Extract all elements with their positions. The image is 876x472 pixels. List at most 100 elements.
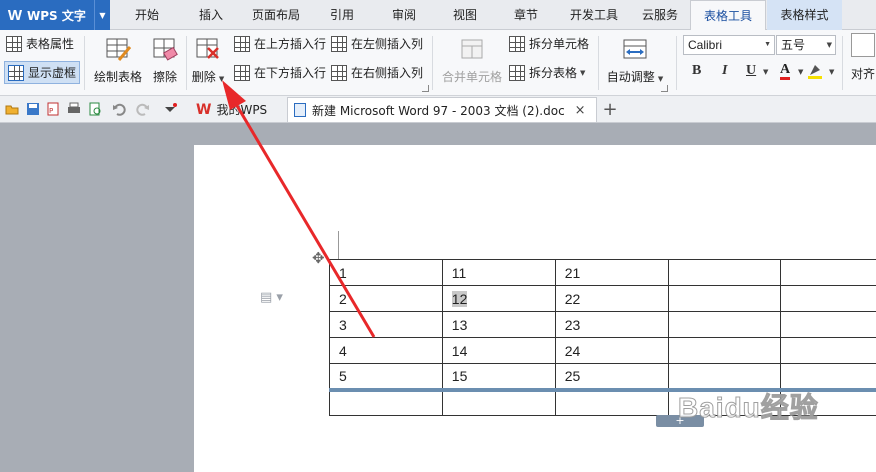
font-size-select[interactable]: 五号 ▼ <box>776 35 836 55</box>
tab-document[interactable]: 新建 Microsoft Word 97 - 2003 文档 (2).doc × <box>287 97 597 122</box>
highlight-icon[interactable] <box>808 63 822 79</box>
tab-chapter[interactable]: 章节 <box>505 0 547 30</box>
table-row[interactable]: 1 11 21 <box>329 259 876 286</box>
table-cell[interactable] <box>780 259 876 286</box>
table-cell[interactable] <box>667 337 782 364</box>
auto-fit-button[interactable]: 自动调整 ▼ <box>606 36 664 85</box>
table-row[interactable]: 3 13 23 <box>329 311 876 338</box>
ribbon-divider <box>432 36 433 90</box>
table-cell[interactable] <box>780 285 876 312</box>
tab-document-label: 新建 Microsoft Word 97 - 2003 文档 (2).doc <box>312 103 565 118</box>
table-properties-label: 表格属性 <box>26 37 75 51</box>
tab-table-style[interactable]: 表格样式 <box>767 0 842 30</box>
app-name: WPS 文字 <box>27 8 86 23</box>
cell-text: 3 <box>339 316 347 333</box>
table-cell[interactable]: 25 <box>554 363 669 390</box>
underline-button[interactable]: U <box>746 63 756 79</box>
table-cell[interactable] <box>554 387 669 416</box>
table-cell[interactable] <box>667 259 782 286</box>
cell-text: 4 <box>339 342 347 359</box>
insert-col-right-button[interactable]: 在右侧插入列 <box>331 64 423 81</box>
split-table-button[interactable]: 拆分表格 ▼ <box>509 64 585 81</box>
baidu-watermark-url: jingyan.baidu.com <box>678 431 775 445</box>
table-move-handle-icon[interactable]: ✥ <box>312 249 325 267</box>
tab-table-tools[interactable]: 表格工具 <box>690 0 766 31</box>
open-folder-icon[interactable] <box>5 102 19 116</box>
table-cell[interactable]: 21 <box>554 259 669 286</box>
italic-button[interactable]: I <box>722 63 727 79</box>
new-tab-button[interactable]: + <box>600 97 620 122</box>
delete-button[interactable]: 删除 ▼ <box>190 36 226 85</box>
chevron-down-icon[interactable]: ▼ <box>94 0 110 30</box>
table-cell[interactable]: 22 <box>554 285 669 312</box>
tab-my-wps[interactable]: W 我的WPS <box>188 97 275 122</box>
font-color-button[interactable]: A <box>780 63 791 80</box>
draw-table-button[interactable]: 绘制表格 <box>92 36 144 85</box>
tab-view[interactable]: 视图 <box>444 0 486 30</box>
table-cell[interactable]: 23 <box>554 311 669 338</box>
undo-icon[interactable] <box>112 102 126 116</box>
font-family-select[interactable]: Calibri ▼ <box>683 35 775 55</box>
insert-row-above-button[interactable]: 在上方插入行 <box>234 35 326 52</box>
chevron-down-icon: ▼ <box>657 75 664 83</box>
tab-review[interactable]: 审阅 <box>383 0 425 30</box>
redo-icon[interactable] <box>136 102 150 116</box>
customize-toolbar-icon[interactable] <box>163 102 177 116</box>
table-cell[interactable]: 15 <box>441 363 556 390</box>
auto-fit-label-row: 自动调整 ▼ <box>607 68 663 85</box>
chevron-down-icon: ▼ <box>826 41 832 49</box>
ribbon-divider <box>84 36 85 90</box>
table-properties-icon <box>6 35 22 52</box>
table-cell[interactable]: 3 <box>329 311 443 338</box>
dialog-launcher-icon[interactable] <box>422 85 429 92</box>
export-pdf-icon[interactable]: P <box>46 102 60 116</box>
chevron-down-icon[interactable]: ▼ <box>798 68 803 76</box>
tab-developer[interactable]: 开发工具 <box>563 0 625 30</box>
table-cell[interactable] <box>780 311 876 338</box>
table-cell[interactable]: 13 <box>441 311 556 338</box>
cell-text: 22 <box>564 290 581 307</box>
table-properties-button[interactable]: 表格属性 <box>6 35 74 52</box>
split-cells-button[interactable]: 拆分单元格 <box>509 35 589 52</box>
table-cell[interactable]: 1 <box>329 259 443 286</box>
print-preview-icon[interactable] <box>88 102 102 116</box>
print-icon[interactable] <box>67 102 81 116</box>
show-grid-label: 显示虚框 <box>28 66 77 80</box>
tab-page-layout[interactable]: 页面布局 <box>245 0 307 30</box>
table-cell[interactable] <box>329 387 443 416</box>
tab-references[interactable]: 引用 <box>321 0 363 30</box>
table-cell[interactable]: 2 <box>329 285 443 312</box>
table-cell[interactable] <box>441 387 556 416</box>
bold-button[interactable]: B <box>692 63 701 79</box>
table-cell[interactable]: 24 <box>554 337 669 364</box>
cell-text: 15 <box>451 367 468 384</box>
table-cell[interactable]: 12 <box>441 285 556 312</box>
close-icon[interactable]: × <box>575 103 586 118</box>
insert-col-left-button[interactable]: 在左侧插入列 <box>331 35 423 52</box>
insert-row-below-button[interactable]: 在下方插入行 <box>234 64 326 81</box>
chevron-down-icon[interactable]: ▼ <box>829 68 834 76</box>
table-row[interactable]: 2 12 22 <box>329 285 876 312</box>
chevron-down-icon[interactable]: ▼ <box>763 68 768 76</box>
table-cell[interactable] <box>780 337 876 364</box>
align-label[interactable]: 对齐 <box>851 65 875 82</box>
tab-cloud[interactable]: 云服务 <box>636 0 684 30</box>
erase-button[interactable]: 擦除 <box>148 36 182 85</box>
table-cell[interactable] <box>667 311 782 338</box>
save-icon[interactable] <box>26 102 40 116</box>
tab-home[interactable]: 开始 <box>126 0 168 30</box>
dialog-launcher-icon[interactable] <box>661 85 668 92</box>
table-cell[interactable]: 4 <box>329 337 443 364</box>
cell-text: 21 <box>564 264 581 281</box>
table-cell[interactable] <box>667 285 782 312</box>
align-icon[interactable] <box>851 33 875 57</box>
merge-cells-button[interactable]: 合并单元格 <box>440 36 504 85</box>
table-row[interactable]: 4 14 24 <box>329 337 876 364</box>
app-menu-button[interactable]: W WPS 文字 ▼ <box>0 0 110 30</box>
table-cell[interactable]: 14 <box>441 337 556 364</box>
table-cell[interactable]: 5 <box>329 363 443 390</box>
show-grid-toggle[interactable]: 显示虚框 <box>4 61 81 84</box>
table-cell[interactable]: 11 <box>441 259 556 286</box>
paragraph-layout-icon[interactable]: ▤ ▾ <box>260 290 283 305</box>
tab-insert[interactable]: 插入 <box>190 0 232 30</box>
